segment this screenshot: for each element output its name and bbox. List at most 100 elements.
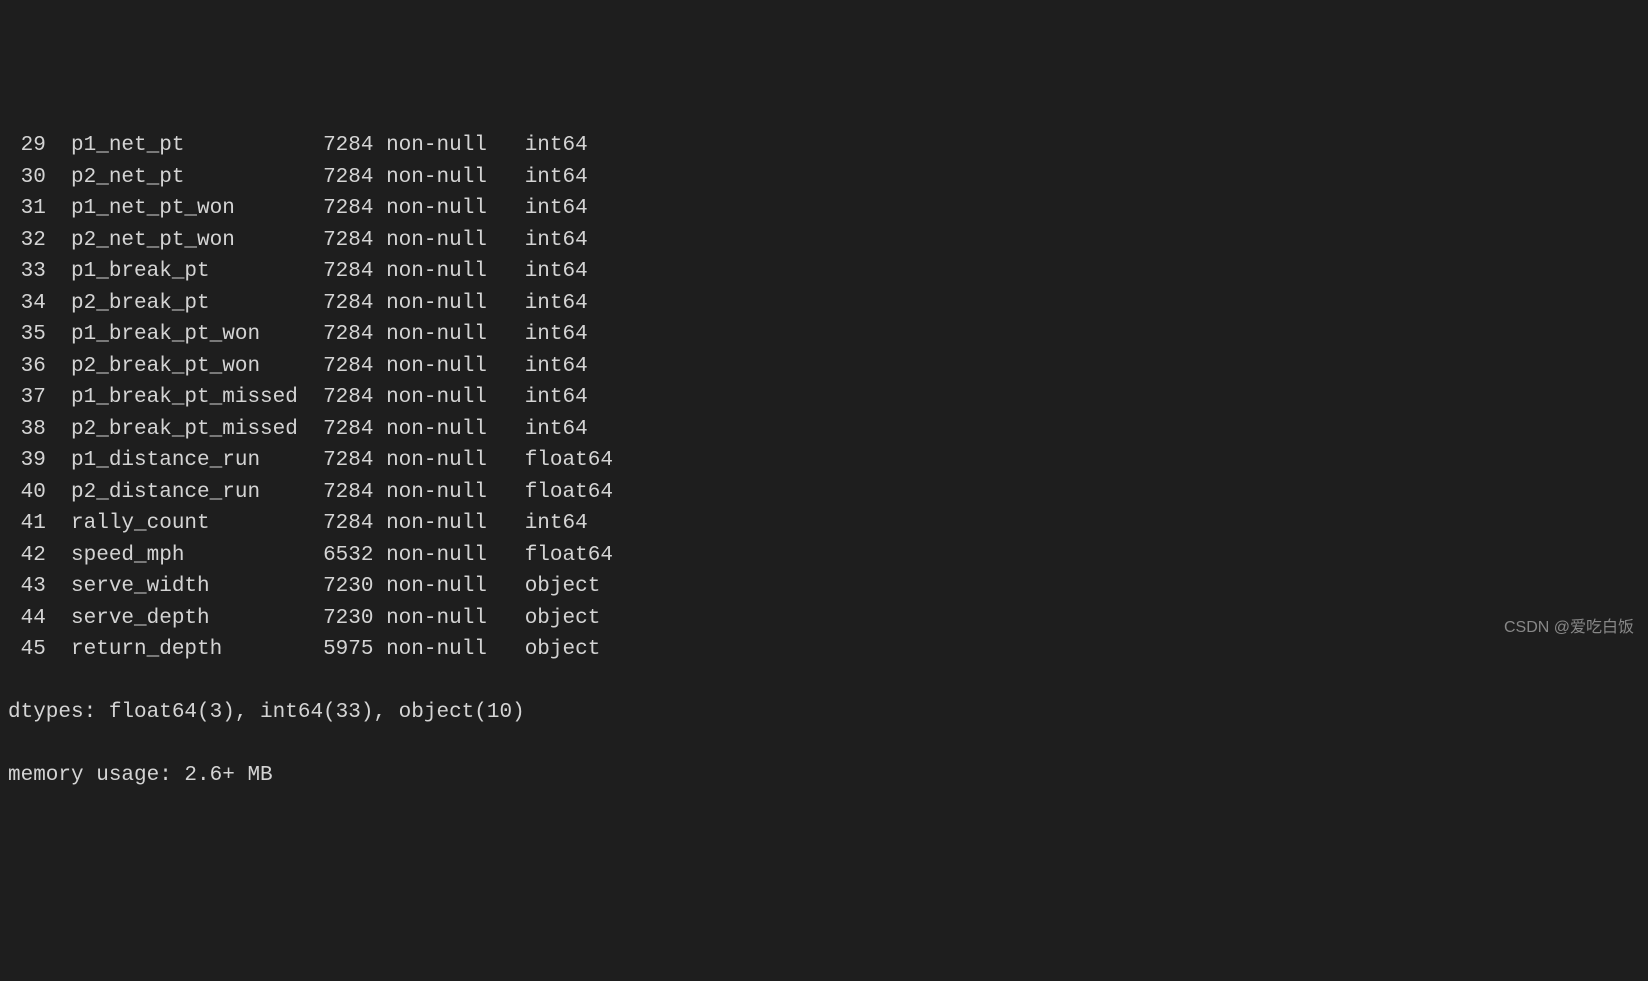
column-name: p2_break_pt	[71, 288, 323, 320]
info-row: 41 rally_count 7284 non-null int64	[8, 508, 1640, 540]
dtype: int64	[525, 382, 588, 414]
dtype: float64	[525, 445, 613, 477]
column-index: 29	[8, 130, 71, 162]
column-name: p1_break_pt	[71, 256, 323, 288]
nonnull-label: non-null	[386, 256, 525, 288]
dtype: int64	[525, 130, 588, 162]
nonnull-count: 7284	[323, 288, 386, 320]
nonnull-count: 7284	[323, 162, 386, 194]
column-name: p1_net_pt_won	[71, 193, 323, 225]
column-index: 36	[8, 351, 71, 383]
column-name: p2_net_pt_won	[71, 225, 323, 257]
nonnull-label: non-null	[386, 382, 525, 414]
info-row: 30 p2_net_pt 7284 non-null int64	[8, 162, 1640, 194]
nonnull-label: non-null	[386, 445, 525, 477]
nonnull-label: non-null	[386, 414, 525, 446]
column-name: p2_distance_run	[71, 477, 323, 509]
dtype: int64	[525, 225, 588, 257]
column-name: p1_distance_run	[71, 445, 323, 477]
column-index: 44	[8, 603, 71, 635]
dtypes-summary: dtypes: float64(3), int64(33), object(10…	[8, 697, 1640, 729]
column-index: 32	[8, 225, 71, 257]
nonnull-label: non-null	[386, 193, 525, 225]
column-index: 38	[8, 414, 71, 446]
info-row: 40 p2_distance_run 7284 non-null float64	[8, 477, 1640, 509]
dtype: int64	[525, 319, 588, 351]
dtype: int64	[525, 288, 588, 320]
column-index: 35	[8, 319, 71, 351]
dtype: float64	[525, 540, 613, 572]
column-name: serve_depth	[71, 603, 323, 635]
nonnull-label: non-null	[386, 477, 525, 509]
column-name: p1_break_pt_missed	[71, 382, 323, 414]
memory-usage: memory usage: 2.6+ MB	[8, 760, 1640, 792]
column-index: 43	[8, 571, 71, 603]
info-row: 37 p1_break_pt_missed 7284 non-null int6…	[8, 382, 1640, 414]
column-index: 39	[8, 445, 71, 477]
column-name: rally_count	[71, 508, 323, 540]
nonnull-label: non-null	[386, 571, 525, 603]
info-row: 36 p2_break_pt_won 7284 non-null int64	[8, 351, 1640, 383]
nonnull-count: 7284	[323, 319, 386, 351]
nonnull-count: 5975	[323, 634, 386, 666]
nonnull-count: 7284	[323, 445, 386, 477]
column-name: serve_width	[71, 571, 323, 603]
nonnull-label: non-null	[386, 225, 525, 257]
column-index: 34	[8, 288, 71, 320]
info-row: 33 p1_break_pt 7284 non-null int64	[8, 256, 1640, 288]
info-row: 45 return_depth 5975 non-null object	[8, 634, 1640, 666]
nonnull-count: 7284	[323, 256, 386, 288]
dtype: float64	[525, 477, 613, 509]
nonnull-label: non-null	[386, 130, 525, 162]
info-row: 34 p2_break_pt 7284 non-null int64	[8, 288, 1640, 320]
nonnull-label: non-null	[386, 162, 525, 194]
column-name: p1_break_pt_won	[71, 319, 323, 351]
column-name: p2_net_pt	[71, 162, 323, 194]
nonnull-count: 7284	[323, 351, 386, 383]
nonnull-label: non-null	[386, 508, 525, 540]
dtype: object	[525, 603, 601, 635]
dtype: int64	[525, 193, 588, 225]
dtype: object	[525, 571, 601, 603]
info-row: 44 serve_depth 7230 non-null object	[8, 603, 1640, 635]
nonnull-count: 7284	[323, 414, 386, 446]
column-name: p2_break_pt_won	[71, 351, 323, 383]
nonnull-count: 7284	[323, 508, 386, 540]
dtype: int64	[525, 508, 588, 540]
info-row: 43 serve_width 7230 non-null object	[8, 571, 1640, 603]
column-name: return_depth	[71, 634, 323, 666]
nonnull-count: 7284	[323, 382, 386, 414]
column-index: 37	[8, 382, 71, 414]
nonnull-count: 6532	[323, 540, 386, 572]
column-index: 42	[8, 540, 71, 572]
info-row: 32 p2_net_pt_won 7284 non-null int64	[8, 225, 1640, 257]
dtype: int64	[525, 162, 588, 194]
column-index: 41	[8, 508, 71, 540]
info-row: 42 speed_mph 6532 non-null float64	[8, 540, 1640, 572]
watermark: CSDN @爱吃白饭	[1504, 616, 1634, 640]
nonnull-label: non-null	[386, 603, 525, 635]
nonnull-label: non-null	[386, 540, 525, 572]
dtype: object	[525, 634, 601, 666]
column-index: 45	[8, 634, 71, 666]
column-index: 31	[8, 193, 71, 225]
column-index: 40	[8, 477, 71, 509]
info-row: 31 p1_net_pt_won 7284 non-null int64	[8, 193, 1640, 225]
info-row: 35 p1_break_pt_won 7284 non-null int64	[8, 319, 1640, 351]
nonnull-count: 7284	[323, 225, 386, 257]
info-row: 29 p1_net_pt 7284 non-null int64	[8, 130, 1640, 162]
column-index: 30	[8, 162, 71, 194]
nonnull-count: 7230	[323, 603, 386, 635]
info-row: 39 p1_distance_run 7284 non-null float64	[8, 445, 1640, 477]
info-row: 38 p2_break_pt_missed 7284 non-null int6…	[8, 414, 1640, 446]
dtype: int64	[525, 351, 588, 383]
column-name: speed_mph	[71, 540, 323, 572]
nonnull-count: 7284	[323, 193, 386, 225]
dtype: int64	[525, 256, 588, 288]
column-name: p1_net_pt	[71, 130, 323, 162]
column-index: 33	[8, 256, 71, 288]
nonnull-label: non-null	[386, 288, 525, 320]
dataframe-info-rows: 29 p1_net_pt 7284 non-null int64 30 p2_n…	[8, 130, 1640, 666]
nonnull-label: non-null	[386, 351, 525, 383]
nonnull-count: 7284	[323, 477, 386, 509]
